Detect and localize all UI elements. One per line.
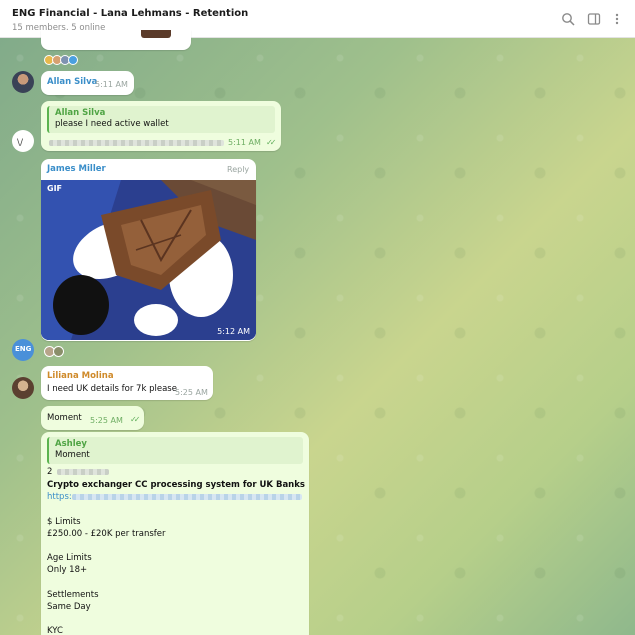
message-link[interactable]: https: bbox=[47, 492, 72, 502]
age-limits-value: Only 18+ bbox=[47, 565, 88, 575]
reply-quote[interactable]: Ashley Moment bbox=[47, 437, 303, 464]
quote-sender: Ashley bbox=[55, 439, 87, 449]
kyc-label: KYC bbox=[47, 626, 63, 635]
message-bubble[interactable]: Allan Silva 5:11 AM bbox=[41, 71, 134, 95]
settlements-label: Settlements bbox=[47, 590, 99, 600]
quote-sender: Allan Silva bbox=[55, 108, 106, 118]
message-sender[interactable]: Allan Silva bbox=[47, 77, 97, 87]
avatar[interactable] bbox=[12, 71, 34, 93]
image-fragment bbox=[141, 30, 171, 38]
message-time: 5:11 AM bbox=[95, 80, 128, 89]
search-icon[interactable] bbox=[561, 12, 575, 26]
gif-animation bbox=[41, 180, 256, 340]
double-check-icon: ✓✓ bbox=[130, 415, 141, 424]
redacted-text bbox=[57, 469, 109, 475]
quote-text: Moment bbox=[55, 450, 90, 460]
message-time: 5:11 AM bbox=[228, 138, 261, 147]
message-bubble-partial[interactable] bbox=[41, 30, 191, 50]
reply-quote[interactable]: Allan Silva please I need active wallet bbox=[47, 106, 275, 133]
reaction-avatar[interactable] bbox=[53, 346, 64, 357]
message-line-number: 2 bbox=[47, 467, 53, 477]
message-time: 5:25 AM bbox=[175, 388, 208, 397]
message-time: 5:12 AM bbox=[217, 327, 250, 336]
avatar[interactable]: \/ bbox=[12, 130, 34, 152]
quote-text: please I need active wallet bbox=[55, 119, 169, 129]
chat-title[interactable]: ENG Financial - Lana Lehmans - Retention bbox=[12, 8, 248, 19]
avatar[interactable]: ENG bbox=[12, 339, 34, 361]
message-sender[interactable]: Liliana Molina bbox=[47, 371, 114, 381]
user-icon: \/ bbox=[17, 138, 24, 148]
redacted-link bbox=[72, 494, 302, 500]
limits-value: £250.00 - £20K per transfer bbox=[47, 529, 166, 539]
avatar-initials: ENG bbox=[15, 345, 32, 353]
message-text: I need UK details for 7k please bbox=[47, 384, 177, 394]
message-bubble-outgoing[interactable]: Moment 5:25 AM ✓✓ bbox=[41, 406, 144, 430]
double-check-icon: ✓✓ bbox=[266, 138, 277, 147]
settlements-value: Same Day bbox=[47, 602, 91, 612]
message-time: 5:25 AM bbox=[90, 416, 123, 425]
redacted-text bbox=[49, 140, 224, 146]
message-bubble-outgoing[interactable]: Allan Silva please I need active wallet … bbox=[41, 101, 281, 151]
more-vertical-icon[interactable] bbox=[610, 12, 624, 26]
svg-text:\/: \/ bbox=[17, 138, 24, 148]
message-heading: Crypto exchanger CC processing system fo… bbox=[47, 480, 305, 490]
avatar[interactable] bbox=[12, 377, 34, 399]
gif-media[interactable]: GIF 5:12 AM bbox=[41, 180, 256, 340]
message-sender[interactable]: James Miller bbox=[47, 164, 106, 174]
reaction-avatar[interactable] bbox=[68, 55, 78, 65]
age-limits-label: Age Limits bbox=[47, 553, 92, 563]
sidebar-toggle-icon[interactable] bbox=[587, 12, 601, 26]
reply-button[interactable]: Reply bbox=[227, 165, 249, 174]
message-bubble[interactable]: Liliana Molina I need UK details for 7k … bbox=[41, 366, 213, 400]
message-text: Moment bbox=[47, 413, 82, 423]
gif-label: GIF bbox=[47, 184, 63, 193]
limits-label: $ Limits bbox=[47, 517, 81, 527]
